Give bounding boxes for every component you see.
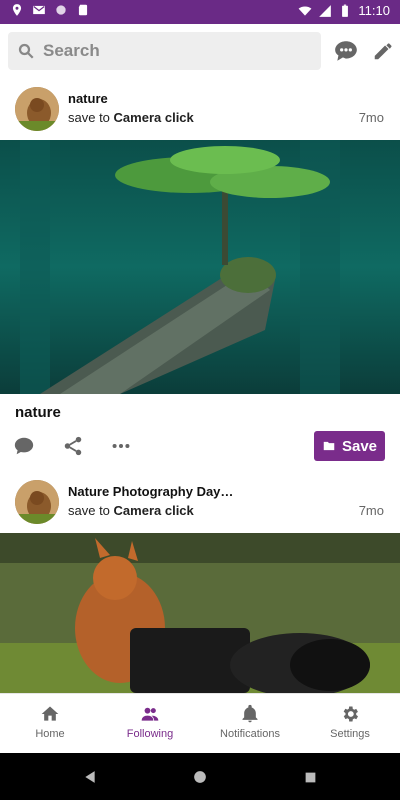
post-title: Nature Photography Day… — [68, 484, 234, 499]
home-icon — [41, 706, 59, 721]
post-subtitle: save to Camera click — [68, 503, 194, 518]
pencil-icon — [374, 43, 392, 60]
post-caption: nature — [15, 404, 61, 421]
signal-icon — [319, 4, 332, 17]
location-icon — [12, 4, 22, 16]
circle-home-icon — [194, 771, 206, 783]
search-icon — [18, 43, 34, 59]
chat-icon — [335, 41, 357, 61]
save-button[interactable]: Save — [314, 431, 385, 461]
status-time: 11:10 — [358, 3, 390, 18]
battery-icon — [342, 4, 349, 17]
post-header[interactable]: Nature Photography Day… save to Camera c… — [0, 475, 400, 533]
system-nav-bar — [0, 753, 400, 800]
post-board[interactable]: Camera click — [114, 110, 194, 125]
tree-on-log-image — [0, 140, 400, 394]
back-button[interactable] — [80, 767, 100, 787]
people-icon — [141, 707, 159, 721]
tab-label: Settings — [330, 728, 370, 740]
square-icon — [305, 772, 315, 782]
share-button[interactable] — [61, 434, 85, 458]
avatar[interactable] — [15, 480, 59, 524]
back-icon — [85, 771, 95, 783]
avatar[interactable] — [15, 87, 59, 131]
comment-icon — [14, 437, 34, 455]
edit-button[interactable] — [370, 38, 396, 64]
recents-button[interactable] — [300, 767, 320, 787]
tab-label: Notifications — [220, 728, 280, 740]
gmail-icon — [33, 5, 45, 15]
post-time: 7mo — [358, 503, 384, 518]
squirrel-camera-image — [0, 533, 400, 693]
sd-card-icon — [78, 4, 88, 16]
tab-notifications[interactable]: Notifications — [200, 694, 300, 753]
post-image[interactable] — [0, 533, 400, 693]
share-icon — [64, 436, 82, 456]
post-board[interactable]: Camera click — [114, 503, 194, 518]
wifi-icon — [299, 5, 312, 16]
more-icon — [112, 443, 130, 449]
save-label: Save — [341, 437, 378, 455]
search-placeholder: Search — [43, 41, 100, 60]
post-header[interactable]: nature save to Camera click 7mo — [0, 82, 400, 140]
post-prefix: save to — [68, 110, 110, 125]
tab-label: Home — [35, 728, 65, 740]
chat-button[interactable] — [333, 38, 359, 64]
post-title: nature — [68, 91, 108, 106]
post-time: 7mo — [358, 110, 384, 125]
search-input[interactable]: Search — [8, 32, 321, 70]
tab-home[interactable]: Home — [0, 694, 100, 753]
bell-icon — [242, 704, 258, 723]
tab-settings[interactable]: Settings — [300, 694, 400, 753]
home-nav-button[interactable] — [190, 767, 210, 787]
folder-icon — [323, 441, 335, 451]
post-subtitle: save to Camera click — [68, 110, 194, 125]
status-bar: 11:10 — [0, 0, 400, 24]
bottom-tab-bar: Home Following Notifications Settings — [0, 693, 400, 753]
squirrel-avatar-image — [15, 480, 59, 524]
search-row: Search — [0, 24, 400, 80]
tab-label: Following — [126, 728, 174, 740]
comment-button[interactable] — [12, 434, 36, 458]
squirrel-avatar-image — [15, 87, 59, 131]
post-image[interactable] — [0, 140, 400, 394]
gear-icon — [343, 706, 358, 722]
circle-icon — [56, 5, 66, 15]
post-prefix: save to — [68, 503, 110, 518]
tab-following[interactable]: Following — [100, 694, 200, 753]
more-button[interactable] — [109, 434, 133, 458]
